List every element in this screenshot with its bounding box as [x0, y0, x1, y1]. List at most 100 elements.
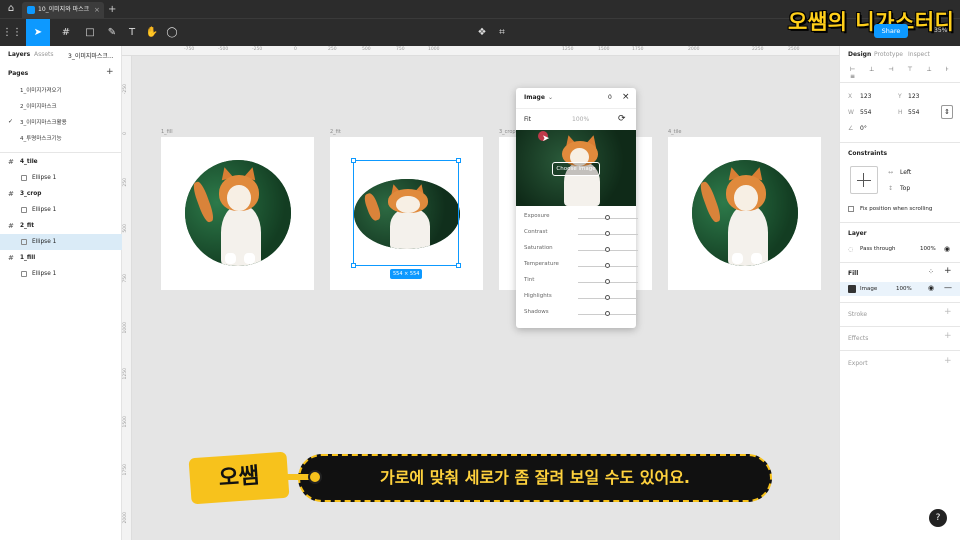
fill-row[interactable]: Image 100% ◉ —: [840, 282, 960, 296]
share-button[interactable]: Share: [874, 24, 908, 38]
frame-tool-icon[interactable]: #: [56, 19, 76, 47]
slider-knob[interactable]: [605, 311, 610, 316]
cat-image-circle[interactable]: [185, 160, 291, 266]
frame-label[interactable]: 3_crop: [499, 129, 516, 135]
close-icon[interactable]: ×: [622, 92, 630, 102]
tab-inspect[interactable]: Inspect: [908, 51, 930, 58]
layer-child[interactable]: Ellipse 1: [0, 202, 122, 218]
image-icon: [21, 207, 27, 213]
constraint-vertical[interactable]: Top: [900, 185, 910, 192]
slider-knob[interactable]: [605, 263, 610, 268]
tab-design[interactable]: Design: [848, 51, 871, 58]
fix-position-checkbox[interactable]: [848, 206, 854, 212]
w-field[interactable]: 554: [860, 109, 871, 116]
main-menu-icon[interactable]: ⋮⋮: [2, 19, 22, 47]
frame-label[interactable]: 1_fill: [161, 129, 173, 135]
scale-mode-dropdown[interactable]: Fit: [524, 116, 531, 123]
rotation-field[interactable]: 0°: [860, 125, 867, 132]
divider: [840, 142, 960, 143]
visibility-eye-icon[interactable]: ◉: [944, 245, 950, 253]
frame-label[interactable]: 4_tile: [668, 129, 682, 135]
current-page-selector[interactable]: 3_이미지마스크...: [68, 51, 114, 60]
slider-saturation[interactable]: Saturation: [524, 245, 638, 255]
frame-label[interactable]: 2_fit: [330, 129, 341, 135]
page-item[interactable]: 1_이미지가져오기: [20, 86, 62, 94]
layer-child-selected[interactable]: Ellipse 1: [0, 234, 122, 250]
comment-tool-icon[interactable]: ◯: [162, 19, 182, 47]
component-icon[interactable]: ❖: [472, 19, 492, 47]
frame-icon: #: [8, 190, 14, 198]
add-fill-icon[interactable]: +: [944, 266, 952, 276]
fill-opacity[interactable]: 100%: [896, 286, 912, 292]
layer-child[interactable]: Ellipse 1: [0, 170, 122, 186]
add-stroke-icon[interactable]: +: [944, 307, 952, 317]
slider-highlights[interactable]: Highlights: [524, 293, 638, 303]
slider-knob[interactable]: [605, 247, 610, 252]
text-tool-icon[interactable]: T: [122, 19, 142, 47]
tab-layers[interactable]: Layers: [8, 51, 30, 58]
slider-knob[interactable]: [605, 231, 610, 236]
crop-icon[interactable]: ⌗: [492, 19, 512, 47]
layer-frame[interactable]: #2_fit: [0, 218, 122, 234]
add-effect-icon[interactable]: +: [944, 331, 952, 341]
chevron-down-icon[interactable]: ⌄: [548, 94, 553, 101]
slider-contrast[interactable]: Contrast: [524, 229, 638, 239]
resize-handle[interactable]: [351, 263, 356, 268]
page-item[interactable]: 4_투명마스크기능: [20, 134, 62, 142]
constrain-proportions-icon[interactable]: ⇕: [941, 105, 953, 119]
new-tab-button[interactable]: +: [108, 2, 116, 18]
layer-child[interactable]: Ellipse 1: [0, 266, 122, 282]
align-icons[interactable]: ⊢ ⊥ ⊣ ⊤ ⊥ ⊦ ≡: [850, 66, 960, 80]
style-grid-icon[interactable]: ⁘: [928, 268, 934, 276]
rotate-icon[interactable]: ⟳: [618, 114, 626, 124]
h-field[interactable]: 554: [908, 109, 919, 116]
fill-mode-dropdown[interactable]: Image: [524, 94, 545, 101]
pen-tool-icon[interactable]: ✎: [102, 19, 122, 47]
slider-label: Tint: [524, 277, 535, 283]
channel-brand-logo: 오쌤의 니가스터디: [788, 10, 955, 34]
resize-handle[interactable]: [456, 158, 461, 163]
slider-shadows[interactable]: Shadows: [524, 309, 638, 319]
layer-frame[interactable]: #4_tile: [0, 154, 122, 170]
layer-frame[interactable]: #1_fill: [0, 250, 122, 266]
fill-visibility-eye-icon[interactable]: ◉: [928, 284, 934, 292]
move-tool-icon[interactable]: ➤: [26, 19, 50, 47]
slider-knob[interactable]: [605, 279, 610, 284]
remove-fill-icon[interactable]: —: [944, 283, 952, 292]
tab-close-icon[interactable]: ×: [94, 2, 100, 18]
cat-image-circle[interactable]: [692, 160, 798, 266]
page-item-active[interactable]: 3_이미지마스크활용: [20, 118, 67, 126]
help-button[interactable]: ?: [929, 509, 947, 527]
y-field[interactable]: 123: [908, 93, 919, 100]
image-preview[interactable]: Choose image ➤: [516, 130, 636, 206]
x-field[interactable]: 123: [860, 93, 871, 100]
w-label: W: [848, 109, 854, 116]
frame-1-fill[interactable]: [161, 137, 314, 290]
fill-type[interactable]: Image: [860, 286, 877, 292]
add-export-icon[interactable]: +: [944, 356, 952, 366]
shape-tool-icon[interactable]: □: [80, 19, 100, 47]
frame-4-tile[interactable]: [668, 137, 821, 290]
constraint-widget[interactable]: [850, 166, 878, 194]
resize-handle[interactable]: [351, 158, 356, 163]
hand-tool-icon[interactable]: ✋: [142, 19, 162, 47]
image-swatch-icon[interactable]: [848, 285, 856, 293]
layer-opacity[interactable]: 100%: [920, 246, 936, 252]
zoom-level[interactable]: 35%: [934, 24, 947, 38]
page-item[interactable]: 2_이미지마스크: [20, 102, 57, 110]
slider-exposure[interactable]: Exposure: [524, 213, 638, 223]
home-icon[interactable]: ⌂: [4, 2, 18, 16]
resize-handle[interactable]: [456, 263, 461, 268]
slider-knob[interactable]: [605, 295, 610, 300]
slider-tint[interactable]: Tint: [524, 277, 638, 287]
blend-mode-select[interactable]: Pass through: [860, 246, 896, 252]
constraint-horizontal[interactable]: Left: [900, 169, 911, 176]
selection-box[interactable]: [351, 158, 461, 268]
layer-frame[interactable]: #3_crop: [0, 186, 122, 202]
add-page-icon[interactable]: +: [106, 67, 114, 77]
tab-prototype[interactable]: Prototype: [874, 51, 903, 58]
slider-knob[interactable]: [605, 215, 610, 220]
tab-assets[interactable]: Assets: [34, 51, 54, 58]
slider-temperature[interactable]: Temperature: [524, 261, 638, 271]
choose-image-button[interactable]: Choose image: [552, 162, 600, 176]
